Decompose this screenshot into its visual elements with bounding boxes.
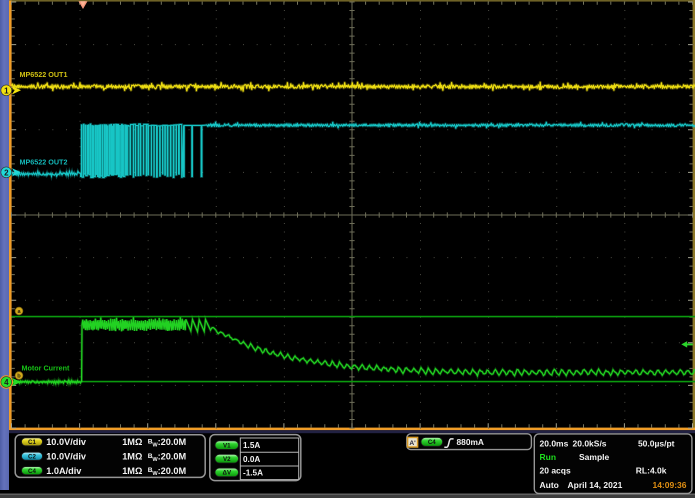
svg-text:A': A': [409, 440, 416, 447]
svg-text:10.0V/div: 10.0V/div: [46, 452, 87, 462]
svg-text:1.0A/div: 1.0A/div: [46, 466, 82, 476]
svg-text:1.5A: 1.5A: [243, 441, 260, 450]
svg-text::20.0M: :20.0M: [158, 437, 187, 447]
svg-text:4: 4: [4, 378, 9, 387]
svg-text:MP6522 OUT2: MP6522 OUT2: [20, 158, 68, 167]
svg-text:C4: C4: [28, 468, 36, 475]
svg-text:20.0kS/s: 20.0kS/s: [573, 439, 607, 449]
svg-text:1MΩ: 1MΩ: [122, 437, 142, 447]
svg-text:C4: C4: [428, 439, 436, 446]
svg-text:20 acqs: 20 acqs: [540, 466, 571, 476]
svg-text:Run: Run: [540, 452, 557, 462]
svg-text:2: 2: [4, 168, 9, 177]
svg-text:10.0V/div: 10.0V/div: [46, 437, 87, 447]
svg-text:V1: V1: [223, 442, 231, 449]
svg-text::20.0M: :20.0M: [158, 466, 187, 476]
svg-text:1: 1: [4, 86, 9, 95]
svg-text::20.0M: :20.0M: [158, 452, 187, 462]
svg-text:Sample: Sample: [579, 452, 610, 462]
svg-text:C1: C1: [28, 439, 36, 446]
svg-text:V2: V2: [223, 456, 231, 463]
svg-text:14:09:36: 14:09:36: [652, 480, 686, 490]
svg-text:April 14, 2021: April 14, 2021: [568, 480, 623, 490]
svg-text:1MΩ: 1MΩ: [122, 466, 142, 476]
svg-text:Motor Current: Motor Current: [22, 364, 71, 373]
svg-text:Auto: Auto: [540, 480, 559, 490]
svg-text:50.0µs/pt: 50.0µs/pt: [638, 439, 675, 449]
svg-text:20.0ms: 20.0ms: [540, 439, 569, 449]
svg-text:C2: C2: [28, 453, 36, 460]
svg-text:0.0A: 0.0A: [243, 455, 260, 464]
svg-text:MP6522 OUT1: MP6522 OUT1: [20, 70, 68, 79]
svg-text:-1.5A: -1.5A: [243, 469, 263, 478]
svg-text:RL:4.0k: RL:4.0k: [636, 466, 667, 476]
svg-text:b: b: [17, 374, 21, 380]
svg-text:1MΩ: 1MΩ: [122, 452, 142, 462]
svg-text:ΔV: ΔV: [223, 470, 232, 477]
svg-text:880mA: 880mA: [457, 437, 484, 447]
